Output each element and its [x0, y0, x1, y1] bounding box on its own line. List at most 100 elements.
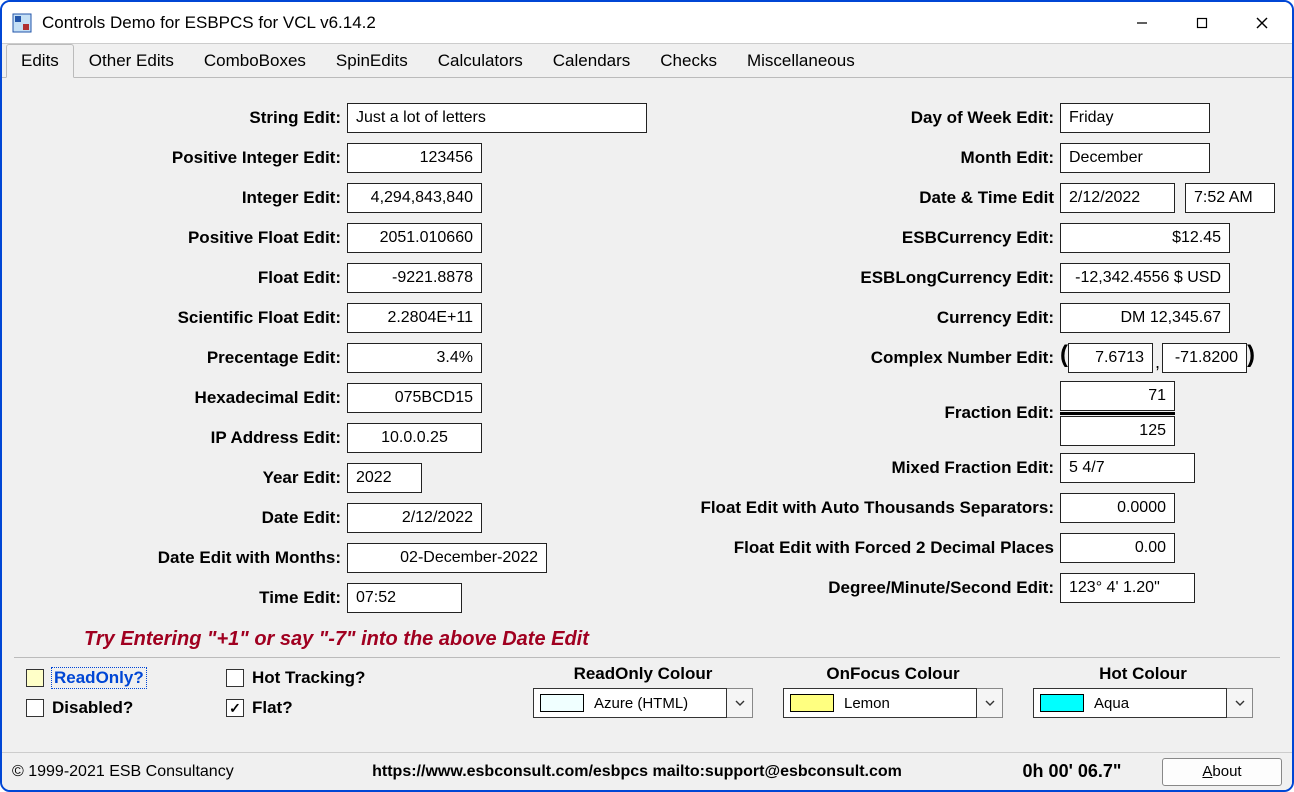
status-bar: © 1999-2021 ESB Consultancy https://www.… [2, 752, 1292, 790]
year-edit-label: Year Edit: [14, 468, 347, 488]
dow-edit-label: Day of Week Edit: [647, 108, 1060, 128]
float-auto-sep-label: Float Edit with Auto Thousands Separator… [647, 498, 1060, 518]
close-button[interactable] [1232, 2, 1292, 43]
paren-close-icon: ) [1247, 343, 1255, 373]
hexadecimal-edit[interactable]: 075BCD15 [347, 383, 482, 413]
onfocus-colour-group: OnFocus Colour Lemon [768, 664, 1018, 718]
hint-text: Try Entering "+1" or say "-7" into the a… [14, 618, 1280, 657]
footer-links[interactable]: https://www.esbconsult.com/esbpcs mailto… [292, 763, 982, 781]
mixed-fraction-edit[interactable]: 5 4/7 [1060, 453, 1195, 483]
date-edit-label: Date Edit: [14, 508, 347, 528]
tab-miscellaneous[interactable]: Miscellaneous [732, 44, 870, 78]
float-edit[interactable]: -9221.8878 [347, 263, 482, 293]
integer-edit[interactable]: 4,294,843,840 [347, 183, 482, 213]
percentage-edit-label: Precentage Edit: [14, 348, 347, 368]
tab-other-edits[interactable]: Other Edits [74, 44, 189, 78]
readonly-colour-header: ReadOnly Colour [518, 664, 768, 684]
hex-edit-label: Hexadecimal Edit: [14, 388, 347, 408]
window-controls [1112, 2, 1292, 43]
dropdown-button[interactable] [727, 688, 753, 718]
disabled-checkbox[interactable]: Disabled? [26, 698, 226, 718]
dropdown-button[interactable] [1227, 688, 1253, 718]
day-of-week-edit[interactable]: Friday [1060, 103, 1210, 133]
percentage-edit[interactable]: 3.4% [347, 343, 482, 373]
hot-colour-value: Aqua [1094, 695, 1129, 712]
disabled-checkbox-label: Disabled? [52, 698, 133, 718]
datetime-time-edit[interactable]: 7:52 AM [1185, 183, 1275, 213]
complex-edit-label: Complex Number Edit: [647, 348, 1060, 368]
float-edit-label: Float Edit: [14, 268, 347, 288]
string-edit[interactable]: Just a lot of letters [347, 103, 647, 133]
hot-swatch-icon [1040, 694, 1084, 712]
readonly-checkbox-label: ReadOnly? [52, 668, 146, 688]
float-2dp-label: Float Edit with Forced 2 Decimal Places [647, 538, 1060, 558]
tab-spinedits[interactable]: SpinEdits [321, 44, 423, 78]
checkbox-box-icon [26, 699, 44, 717]
time-edit-label: Time Edit: [14, 588, 347, 608]
readonly-checkbox[interactable]: ReadOnly? [26, 668, 226, 688]
datetime-date-edit[interactable]: 2/12/2022 [1060, 183, 1175, 213]
currency-edit-label: Currency Edit: [647, 308, 1060, 328]
float-autothousands-edit[interactable]: 0.0000 [1060, 493, 1175, 523]
checkbox-box-icon: ✓ [226, 699, 244, 717]
year-edit[interactable]: 2022 [347, 463, 422, 493]
dms-edit[interactable]: 123° 4' 1.20" [1060, 573, 1195, 603]
onfocus-colour-value: Lemon [844, 695, 890, 712]
onfocus-swatch-icon [790, 694, 834, 712]
about-button[interactable]: About [1162, 758, 1282, 786]
month-edit[interactable]: December [1060, 143, 1210, 173]
minimize-button[interactable] [1112, 2, 1172, 43]
date-edit-months[interactable]: 02-December-2022 [347, 543, 547, 573]
string-edit-label: String Edit: [14, 108, 347, 128]
hot-colour-header: Hot Colour [1018, 664, 1268, 684]
fraction-edit-label: Fraction Edit: [647, 403, 1060, 423]
about-button-label-tail: bout [1212, 763, 1241, 780]
flat-checkbox-label: Flat? [252, 698, 293, 718]
elapsed-time: 0h 00' 06.7" [982, 761, 1162, 782]
readonly-colour-value: Azure (HTML) [594, 695, 688, 712]
date-edit[interactable]: 2/12/2022 [347, 503, 482, 533]
fraction-denominator-edit[interactable]: 125 [1060, 416, 1175, 446]
readonly-colour-combo[interactable]: Azure (HTML) [533, 688, 753, 718]
tab-calculators[interactable]: Calculators [423, 44, 538, 78]
tab-calendars[interactable]: Calendars [538, 44, 646, 78]
dropdown-button[interactable] [977, 688, 1003, 718]
positive-integer-edit[interactable]: 123456 [347, 143, 482, 173]
complex-real-edit[interactable]: 7.6713 [1068, 343, 1153, 373]
app-icon [12, 13, 32, 33]
esb-long-currency-edit[interactable]: -12,342.4556 $ USD [1060, 263, 1230, 293]
complex-imag-edit[interactable]: -71.8200 [1162, 343, 1247, 373]
tab-checks[interactable]: Checks [645, 44, 732, 78]
integer-edit-label: Integer Edit: [14, 188, 347, 208]
titlebar: Controls Demo for ESBPCS for VCL v6.14.2 [2, 2, 1292, 44]
sci-float-edit-label: Scientific Float Edit: [14, 308, 347, 328]
esb-currency-label: ESBCurrency Edit: [647, 228, 1060, 248]
tab-edits[interactable]: Edits [6, 44, 74, 78]
copyright-text: © 1999-2021 ESB Consultancy [12, 763, 292, 781]
pos-float-edit-label: Positive Float Edit: [14, 228, 347, 248]
readonly-colour-group: ReadOnly Colour Azure (HTML) [518, 664, 768, 718]
onfocus-colour-combo[interactable]: Lemon [783, 688, 1003, 718]
pos-int-edit-label: Positive Integer Edit: [14, 148, 347, 168]
currency-edit[interactable]: DM 12,345.67 [1060, 303, 1230, 333]
maximize-button[interactable] [1172, 2, 1232, 43]
positive-float-edit[interactable]: 2051.010660 [347, 223, 482, 253]
mixed-fraction-label: Mixed Fraction Edit: [647, 458, 1060, 478]
time-edit[interactable]: 07:52 [347, 583, 462, 613]
esb-currency-edit[interactable]: $12.45 [1060, 223, 1230, 253]
flat-checkbox[interactable]: ✓ Flat? [226, 698, 426, 718]
scientific-float-edit[interactable]: 2.2804E+11 [347, 303, 482, 333]
paren-open-icon: ( [1060, 343, 1068, 373]
ip-address-edit[interactable]: 10.0.0.25 [347, 423, 482, 453]
hot-colour-group: Hot Colour Aqua [1018, 664, 1268, 718]
options-panel: ReadOnly? Disabled? Hot Tracking? ✓ Flat… [14, 657, 1280, 720]
float-2dp-edit[interactable]: 0.00 [1060, 533, 1175, 563]
hottracking-checkbox[interactable]: Hot Tracking? [226, 668, 426, 688]
tab-comboboxes[interactable]: ComboBoxes [189, 44, 321, 78]
hot-colour-combo[interactable]: Aqua [1033, 688, 1253, 718]
checkbox-box-icon [26, 669, 44, 687]
fraction-numerator-edit[interactable]: 71 [1060, 381, 1175, 411]
left-column: String Edit: Just a lot of letters Posit… [14, 98, 647, 618]
hottracking-checkbox-label: Hot Tracking? [252, 668, 365, 688]
main-tabs: Edits Other Edits ComboBoxes SpinEdits C… [2, 44, 1292, 78]
